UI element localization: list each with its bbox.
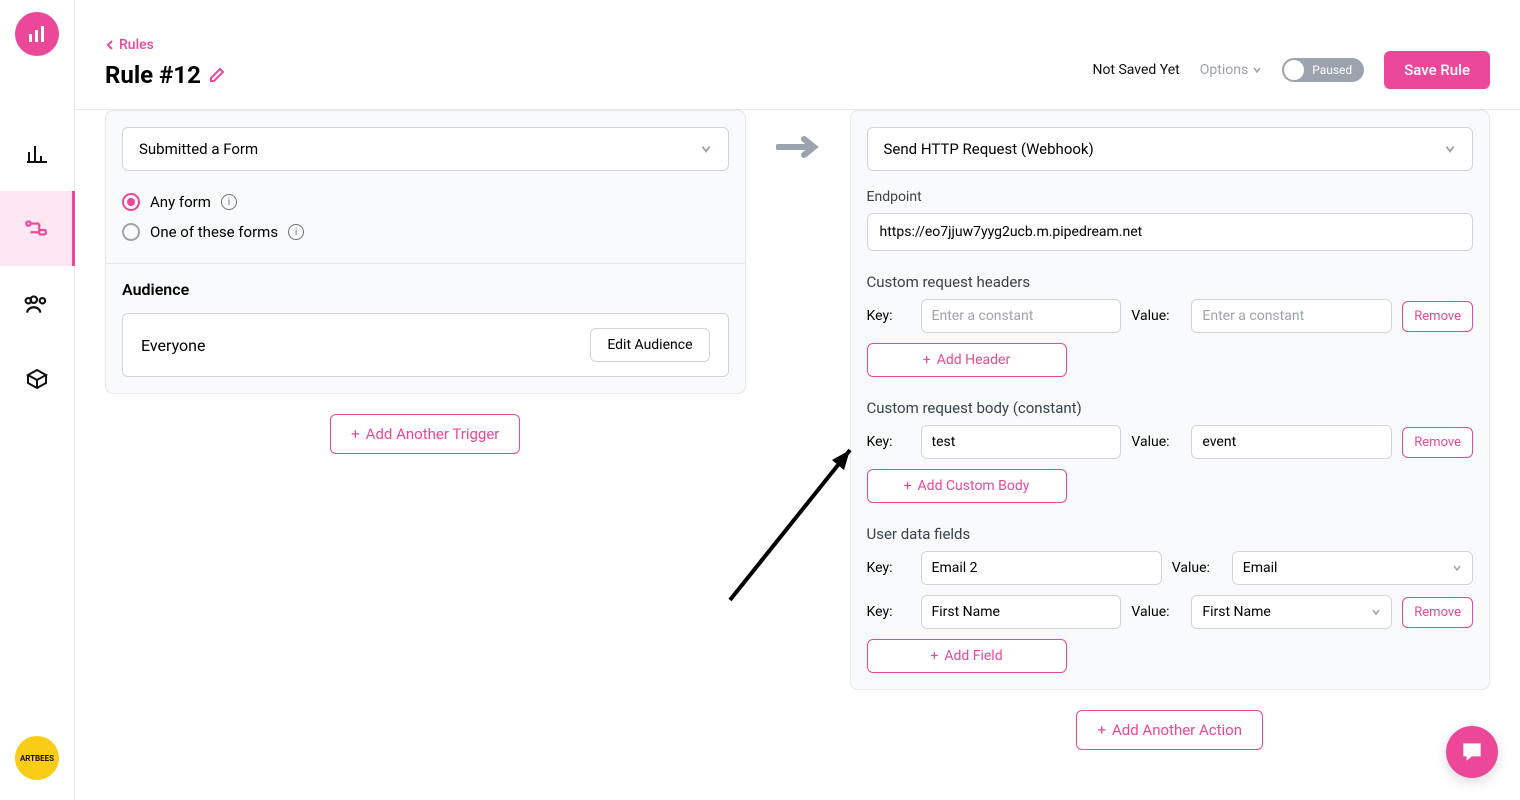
toggle-handle (1284, 60, 1304, 80)
body-key-input[interactable] (921, 425, 1122, 459)
breadcrumb-label: Rules (119, 37, 154, 53)
radio-icon (122, 223, 140, 241)
header-key-input[interactable] (921, 299, 1122, 333)
chevron-down-icon (1452, 563, 1462, 573)
sidebar: ARTBEES (0, 0, 75, 800)
content: Submitted a Form Any form i One of these… (75, 110, 1520, 800)
trigger-panel: Submitted a Form Any form i One of these… (105, 110, 746, 454)
info-icon[interactable]: i (288, 224, 304, 240)
save-status: Not Saved Yet (1092, 62, 1179, 78)
headers-title: Custom request headers (867, 273, 1474, 291)
field2-key-input[interactable] (921, 595, 1122, 629)
avatar-label: ARTBEES (20, 754, 54, 763)
flow-arrow (776, 110, 820, 159)
chevron-down-icon (1371, 607, 1381, 617)
nav-packages[interactable] (0, 341, 75, 416)
chat-icon (1459, 739, 1485, 765)
header: Rules Rule #12 Not Saved Yet Options Pau… (75, 0, 1520, 110)
action-select[interactable]: Send HTTP Request (Webhook) (867, 127, 1474, 171)
nav-analytics[interactable] (0, 116, 75, 191)
toggle-label: Paused (1312, 63, 1352, 77)
chevron-down-icon (1444, 143, 1456, 155)
value-label: Value: (1131, 604, 1181, 620)
endpoint-input[interactable] (867, 213, 1474, 251)
body-title: Custom request body (constant) (867, 399, 1474, 417)
box-icon (25, 367, 49, 391)
add-field-button[interactable]: + Add Field (867, 639, 1067, 673)
plus-icon: + (351, 425, 360, 443)
radio-any-form[interactable]: Any form i (122, 187, 729, 217)
chat-fab[interactable] (1446, 726, 1498, 778)
add-body-button[interactable]: + Add Custom Body (867, 469, 1067, 503)
edit-title-icon[interactable] (209, 61, 225, 89)
key-label: Key: (867, 604, 911, 620)
remove-field-button[interactable]: Remove (1402, 597, 1473, 628)
value-label: Value: (1172, 560, 1222, 576)
field2-value-select[interactable]: First Name (1191, 595, 1392, 629)
info-icon[interactable]: i (221, 194, 237, 210)
options-menu[interactable]: Options (1200, 62, 1262, 78)
users-icon (24, 291, 50, 317)
plus-icon: + (930, 648, 938, 664)
audience-box: Everyone Edit Audience (122, 313, 729, 377)
add-header-button[interactable]: + Add Header (867, 343, 1067, 377)
page-title: Rule #12 (105, 61, 225, 89)
trigger-select[interactable]: Submitted a Form (122, 127, 729, 171)
action-panel: Send HTTP Request (Webhook) Endpoint Cus… (850, 110, 1491, 750)
add-trigger-button[interactable]: + Add Another Trigger (330, 414, 520, 454)
bar-chart-icon (25, 142, 49, 166)
radio-one-form[interactable]: One of these forms i (122, 217, 729, 247)
field1-key-input[interactable] (921, 551, 1162, 585)
value-label: Value: (1131, 308, 1181, 324)
field1-value-select[interactable]: Email (1232, 551, 1473, 585)
remove-header-button[interactable]: Remove (1402, 301, 1473, 332)
logo-bars-icon (27, 24, 47, 44)
radio-icon (122, 193, 140, 211)
plus-icon: + (1097, 721, 1106, 739)
key-label: Key: (867, 308, 911, 324)
status-toggle[interactable]: Paused (1282, 58, 1364, 82)
main: Rules Rule #12 Not Saved Yet Options Pau… (75, 0, 1520, 800)
value-label: Value: (1131, 434, 1181, 450)
add-action-button[interactable]: + Add Another Action (1076, 710, 1263, 750)
logo (15, 12, 59, 56)
plus-icon: + (923, 352, 931, 368)
body-value-input[interactable] (1191, 425, 1392, 459)
plus-icon: + (904, 478, 912, 494)
breadcrumb[interactable]: Rules (105, 37, 225, 53)
audience-value: Everyone (141, 336, 205, 355)
nav-rules[interactable] (0, 191, 75, 266)
key-label: Key: (867, 560, 911, 576)
edit-audience-button[interactable]: Edit Audience (590, 328, 709, 362)
save-button[interactable]: Save Rule (1384, 51, 1490, 89)
fields-title: User data fields (867, 525, 1474, 543)
header-value-input[interactable] (1191, 299, 1392, 333)
key-label: Key: (867, 434, 911, 450)
arrow-right-icon (776, 135, 820, 159)
pencil-icon (209, 67, 225, 83)
chevron-down-icon (1252, 65, 1262, 75)
audience-title: Audience (122, 280, 729, 299)
avatar[interactable]: ARTBEES (15, 736, 59, 780)
endpoint-label: Endpoint (867, 189, 1474, 205)
chevron-down-icon (700, 143, 712, 155)
remove-body-button[interactable]: Remove (1402, 427, 1473, 458)
chevron-left-icon (105, 40, 115, 50)
flow-icon (23, 216, 49, 242)
nav-audiences[interactable] (0, 266, 75, 341)
